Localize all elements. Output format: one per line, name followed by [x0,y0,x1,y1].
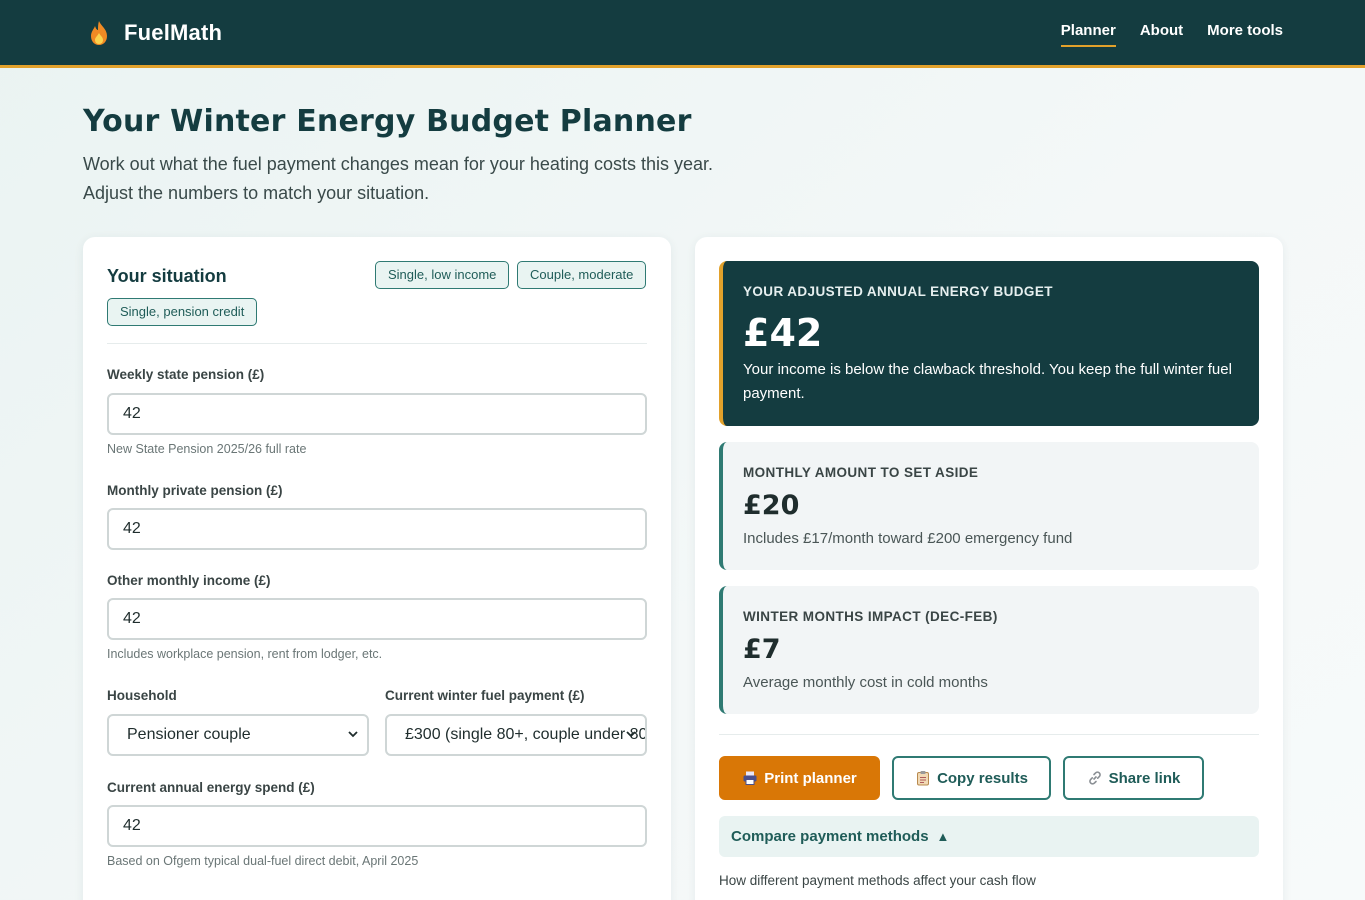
section-divider [107,343,647,344]
winter-impact-result: WINTER MONTHS IMPACT (DEC-FEB) £7 Averag… [719,586,1259,714]
monthly-private-pension-label: Monthly private pension (£) [107,483,283,498]
compare-toggle-label: Compare payment methods [731,828,929,845]
share-link-button[interactable]: Share link [1063,756,1204,800]
weekly-state-pension-label: Weekly state pension (£) [107,367,265,382]
chevron-down-icon [348,731,358,738]
top-navigation-bar: FuelMath Planner About More tools [0,0,1365,68]
brand-logo[interactable]: FuelMath [88,20,222,46]
nav-about[interactable]: About [1140,22,1183,47]
situation-title: Your situation [107,266,227,286]
annual-budget-result: YOUR ADJUSTED ANNUAL ENERGY BUDGET £42 Y… [719,261,1259,426]
weekly-state-pension-help: New State Pension 2025/26 full rate [107,442,307,456]
nav-planner[interactable]: Planner [1060,22,1116,47]
page-intro: Work out what the fuel payment changes m… [83,150,713,208]
brand-name: FuelMath [124,20,223,45]
household-label: Household [107,688,177,703]
main-nav: Planner About More tools [1037,22,1283,47]
other-monthly-income-input[interactable] [107,598,647,640]
chevron-down-icon [626,731,636,738]
preset-single-low-income[interactable]: Single, low income [375,261,510,289]
current-wfp-select[interactable]: £300 (single 80+, couple under 80) [385,714,647,756]
annual-budget-note: Your income is below the clawback thresh… [743,361,1232,402]
clipboard-icon [917,771,930,786]
flame-icon [91,21,107,45]
household-selected-value: Pensioner couple [127,726,251,743]
annual-energy-spend-input[interactable] [107,805,647,847]
preset-couple-moderate[interactable]: Couple, moderate [517,261,647,289]
annual-budget-value: £42 [743,311,823,355]
monthly-set-aside-label: MONTHLY AMOUNT TO SET ASIDE [743,465,979,480]
monthly-private-pension-input[interactable] [107,508,647,550]
situation-card: Your situation Single, low income Couple… [83,237,671,900]
page-title: Your Winter Energy Budget Planner [83,104,692,139]
weekly-state-pension-input[interactable] [107,393,647,435]
caret-up-icon: ▲ [936,829,950,844]
actions-divider [719,734,1259,735]
current-wfp-selected-value: £300 (single 80+, couple under 80) [405,726,647,743]
print-planner-label: Print planner [764,769,857,787]
intro-line-1: Work out what the fuel payment changes m… [83,154,714,174]
intro-line-2: Adjust the numbers to match your situati… [83,183,430,203]
household-select[interactable]: Pensioner couple [107,714,369,756]
printer-icon [743,771,757,785]
other-monthly-income-label: Other monthly income (£) [107,573,271,588]
current-wfp-label: Current winter fuel payment (£) [385,688,585,703]
annual-energy-spend-label: Current annual energy spend (£) [107,780,315,795]
link-icon [1088,771,1101,785]
winter-impact-value: £7 [743,634,781,665]
compare-payment-methods-toggle[interactable]: Compare payment methods ▲ [719,816,1259,857]
annual-budget-label: YOUR ADJUSTED ANNUAL ENERGY BUDGET [743,284,1053,299]
copy-results-button[interactable]: Copy results [892,756,1051,800]
compare-description: How different payment methods affect you… [719,873,1036,888]
winter-impact-note: Average monthly cost in cold months [743,674,988,691]
results-card: YOUR ADJUSTED ANNUAL ENERGY BUDGET £42 Y… [695,237,1283,900]
preset-single-pension-credit[interactable]: Single, pension credit [107,298,258,326]
winter-impact-label: WINTER MONTHS IMPACT (DEC-FEB) [743,609,998,624]
monthly-set-aside-note: Includes £17/month toward £200 emergency… [743,530,1073,547]
monthly-set-aside-result: MONTHLY AMOUNT TO SET ASIDE £20 Includes… [719,442,1259,570]
other-monthly-income-help: Includes workplace pension, rent from lo… [107,647,383,661]
print-planner-button[interactable]: Print planner [719,756,880,800]
nav-more-tools[interactable]: More tools [1207,22,1283,47]
annual-energy-spend-help: Based on Ofgem typical dual-fuel direct … [107,854,419,868]
share-link-label: Share link [1108,769,1181,787]
copy-results-label: Copy results [937,769,1028,787]
monthly-set-aside-value: £20 [743,490,800,521]
